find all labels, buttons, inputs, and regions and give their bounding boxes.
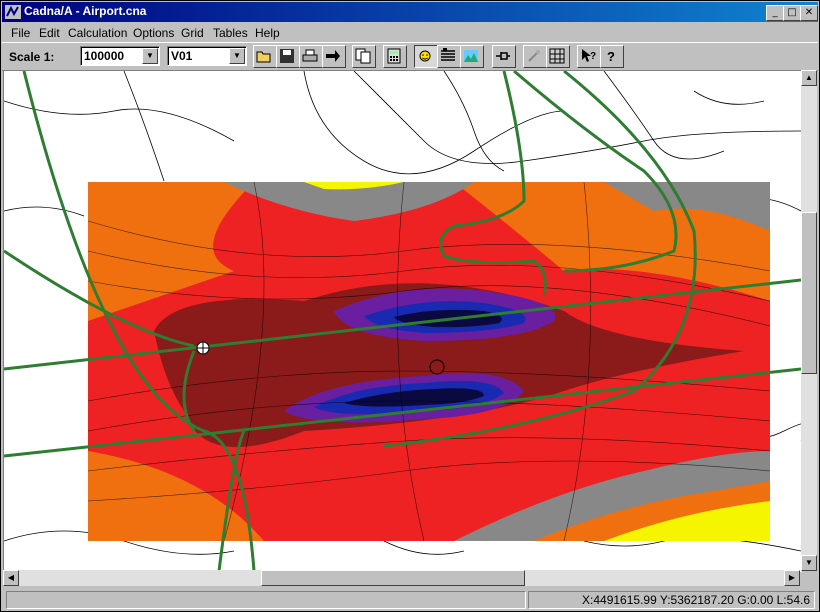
help-pointer-icon: ?: [582, 49, 596, 62]
save-disk-icon: [280, 49, 294, 63]
context-help-button[interactable]: ?: [577, 45, 601, 68]
sun-button[interactable]: [414, 45, 438, 68]
help-icon: ?: [607, 49, 615, 64]
open-folder-icon: [256, 51, 271, 63]
menu-calculation[interactable]: Calculation: [68, 26, 127, 40]
scale-combobox[interactable]: 100000 ▼: [80, 46, 160, 66]
calculator-icon: [387, 48, 401, 64]
toolbar: Scale 1: 100000 ▼ V01 ▼ ? ?: [2, 42, 818, 71]
svg-text:?: ?: [590, 51, 596, 62]
landscape-button[interactable]: [460, 45, 484, 68]
svg-text:?: ?: [607, 49, 615, 64]
menu-options[interactable]: Options: [133, 26, 174, 40]
status-bar: X:4491615.99 Y:5362187.20 G:0.00 L:54.6: [2, 589, 818, 610]
scroll-up-icon[interactable]: ▲: [801, 70, 817, 86]
copy-button[interactable]: [352, 45, 376, 68]
open-button[interactable]: [253, 45, 277, 68]
wand-button[interactable]: [523, 45, 547, 68]
scale-value: 100000: [84, 49, 125, 63]
cursor-coordinates: X:4491615.99 Y:5362187.20 G:0.00 L:54.6: [582, 593, 810, 607]
calculation-point-icon[interactable]: [429, 359, 445, 375]
list-table-icon: [441, 48, 455, 61]
grid-image-icon: [549, 48, 565, 64]
horizontal-scroll-thumb[interactable]: [261, 570, 525, 586]
variant-value: V01: [171, 49, 193, 63]
calculator-button[interactable]: [383, 45, 407, 68]
magic-wand-icon: [528, 50, 540, 62]
copy-icon: [355, 48, 371, 64]
status-pane-left: [6, 591, 526, 609]
menu-help[interactable]: Help: [255, 26, 280, 40]
app-window: Cadna/A - Airport.cna _ □ ✕ File Edit Ca…: [0, 0, 820, 612]
save-button[interactable]: [276, 45, 300, 68]
chevron-down-icon[interactable]: ▼: [229, 48, 245, 64]
landscape-icon: [464, 50, 478, 62]
pin-button[interactable]: [492, 45, 516, 68]
sun-icon: [419, 50, 431, 62]
minimize-button[interactable]: _: [766, 5, 784, 21]
maximize-button[interactable]: □: [783, 5, 801, 21]
pin-icon: [496, 52, 510, 60]
scroll-left-icon[interactable]: ◀: [3, 570, 19, 586]
cadna-app-icon[interactable]: [5, 5, 21, 19]
scroll-down-icon[interactable]: ▼: [801, 555, 817, 571]
variant-combobox[interactable]: V01 ▼: [167, 46, 247, 66]
print-icon: [302, 49, 318, 62]
status-pane-coords: X:4491615.99 Y:5362187.20 G:0.00 L:54.6: [528, 591, 815, 609]
help-button[interactable]: ?: [600, 45, 624, 68]
table-button[interactable]: [437, 45, 461, 68]
close-button[interactable]: ✕: [800, 5, 818, 21]
grid-image-button[interactable]: [546, 45, 570, 68]
vertical-scroll-thumb[interactable]: [801, 212, 817, 374]
menu-bar: File Edit Calculation Options Grid Table…: [2, 23, 818, 42]
arrow-right-icon: [326, 50, 340, 62]
scale-label: Scale 1:: [9, 50, 55, 64]
menu-grid[interactable]: Grid: [181, 26, 204, 40]
export-button[interactable]: [322, 45, 346, 68]
menu-edit[interactable]: Edit: [39, 26, 60, 40]
map-canvas[interactable]: [3, 70, 802, 572]
menu-file[interactable]: File: [11, 26, 30, 40]
scroll-right-icon[interactable]: ▶: [784, 570, 800, 586]
horizontal-scrollbar[interactable]: ◀ ▶: [3, 570, 800, 586]
title-bar: Cadna/A - Airport.cna _ □ ✕: [2, 2, 818, 22]
window-title: Cadna/A - Airport.cna: [24, 4, 147, 18]
menu-tables[interactable]: Tables: [213, 26, 248, 40]
noise-map[interactable]: [4, 71, 801, 571]
chevron-down-icon[interactable]: ▼: [142, 48, 158, 64]
print-button[interactable]: [299, 45, 323, 68]
vertical-scrollbar[interactable]: ▲ ▼: [801, 70, 817, 571]
